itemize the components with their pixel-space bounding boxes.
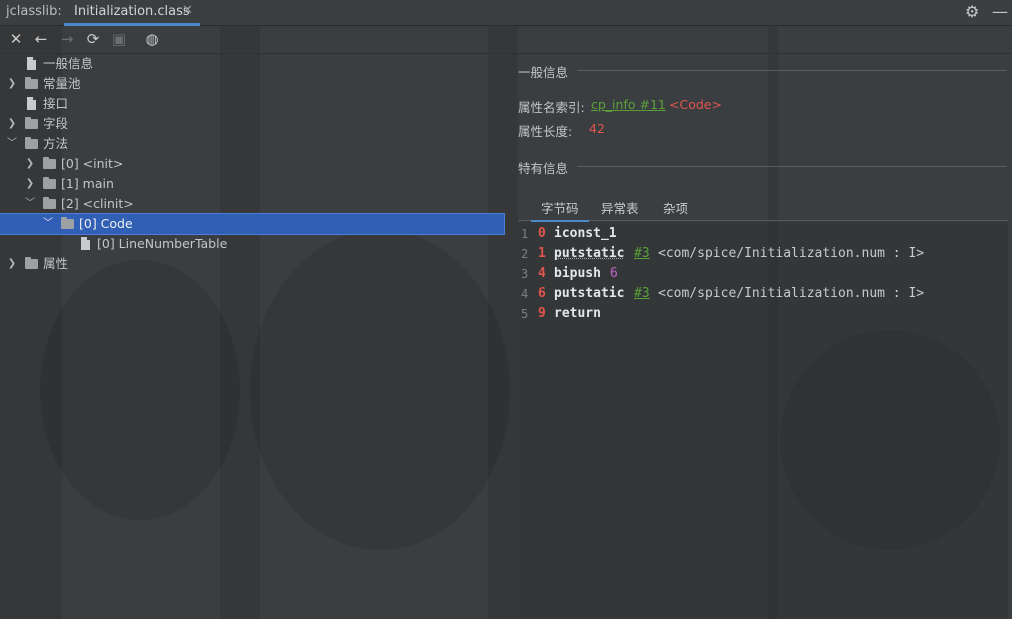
field-ref-comment: <com/spice/Initialization.num : I> xyxy=(658,246,925,261)
tree-item-label: 字段 xyxy=(43,116,69,131)
field-ref-comment: <com/spice/Initialization.num : I> xyxy=(658,286,925,301)
opcode: return xyxy=(554,306,601,321)
line-number: 4 xyxy=(521,287,529,301)
tree-item-label: 方法 xyxy=(43,136,69,151)
chevron-down-icon[interactable]: ﹀ xyxy=(24,194,36,214)
toolbar: ✕ ← → ⟳ ▣ ◍ xyxy=(0,26,1012,54)
close-tab-icon[interactable]: ✕ xyxy=(182,3,193,18)
chevron-right-icon[interactable]: ❯ xyxy=(6,254,18,274)
chevron-right-icon[interactable]: ❯ xyxy=(6,74,18,94)
tree-item-method-clinit[interactable]: ﹀ [2] <clinit> xyxy=(0,194,504,214)
folder-icon xyxy=(25,117,38,129)
opcode: iconst_1 xyxy=(554,226,617,241)
bytecode-offset: 6 xyxy=(538,286,546,301)
bytecode-offset: 1 xyxy=(538,246,546,261)
chevron-right-icon[interactable]: ❯ xyxy=(24,154,36,174)
attr-name-value: <Code> xyxy=(669,97,722,112)
gear-icon[interactable]: ⚙ xyxy=(965,2,979,21)
constant-pool-ref-link[interactable]: #3 xyxy=(634,244,650,264)
file-icon xyxy=(27,57,36,70)
folder-icon xyxy=(25,77,38,89)
file-icon xyxy=(81,237,90,250)
tree-item-line-number-table[interactable]: [0] LineNumberTable xyxy=(0,234,504,254)
immediate-value: 6 xyxy=(610,266,618,281)
bytecode-offset: 9 xyxy=(538,306,546,321)
tree-item-label: [0] Code xyxy=(79,216,133,231)
tree-item-label: 一般信息 xyxy=(43,56,94,71)
folder-icon xyxy=(25,257,38,269)
line-number: 3 xyxy=(521,267,529,281)
refresh-icon[interactable]: ⟳ xyxy=(83,29,103,49)
folder-icon xyxy=(43,157,56,169)
line-number: 5 xyxy=(521,307,529,321)
bytecode-tab-strip: 字节码 异常表 杂项 xyxy=(518,194,1008,222)
tool-window-title: jclasslib: xyxy=(6,4,62,19)
globe-icon[interactable]: ◍ xyxy=(142,29,162,49)
tree-item-label: [2] <clinit> xyxy=(61,196,134,211)
tree-item-general-info[interactable]: 一般信息 xyxy=(0,54,504,74)
section-divider xyxy=(577,166,1007,167)
close-icon[interactable]: ✕ xyxy=(6,29,26,49)
folder-icon xyxy=(43,197,56,209)
tree-item-label: 接口 xyxy=(43,96,69,111)
section-divider xyxy=(577,70,1007,71)
attr-length-label: 属性长度: xyxy=(518,124,573,139)
tree-item-label: 常量池 xyxy=(43,76,81,91)
chevron-down-icon[interactable]: ﹀ xyxy=(42,214,54,234)
opcode: putstatic xyxy=(554,286,625,301)
attr-name-index-label: 属性名索引: xyxy=(518,100,585,115)
folder-icon xyxy=(25,137,38,149)
bytecode-offset: 4 xyxy=(538,266,546,281)
editor-tab-bar: jclasslib: Initialization.class ✕ ⚙ — xyxy=(0,0,1012,26)
tab-misc[interactable]: 杂项 xyxy=(653,198,698,220)
tab-bytecode[interactable]: 字节码 xyxy=(531,198,589,222)
opcode[interactable]: putstatic xyxy=(554,244,624,264)
line-number: 1 xyxy=(521,227,529,241)
tree-item-methods[interactable]: ﹀ 方法 xyxy=(0,134,504,154)
chevron-right-icon[interactable]: ❯ xyxy=(6,114,18,134)
forward-arrow-icon[interactable]: → xyxy=(57,29,77,49)
tree-item-fields[interactable]: ❯ 字段 xyxy=(0,114,504,134)
tree-item-label: 属性 xyxy=(43,256,69,271)
attribute-detail-panel: 一般信息 属性名索引: cp_info #11 <Code> 属性长度: 42 … xyxy=(505,54,1012,619)
tree-item-method-main[interactable]: ❯ [1] main xyxy=(0,174,504,194)
line-number: 2 xyxy=(521,247,529,261)
tree-item-method-init[interactable]: ❯ [0] <init> xyxy=(0,154,504,174)
tree-item-code-selected[interactable]: ﹀ [0] Code xyxy=(0,213,505,235)
file-icon xyxy=(27,97,36,110)
tab-initialization-class[interactable]: Initialization.class ✕ xyxy=(64,0,200,26)
specific-info-heading: 特有信息 xyxy=(518,161,569,176)
tab-exception-table[interactable]: 异常表 xyxy=(591,198,649,220)
tab-label: Initialization.class xyxy=(74,4,190,19)
bytecode-offset: 0 xyxy=(538,226,546,241)
back-arrow-icon[interactable]: ← xyxy=(31,29,51,49)
tree-item-label: [1] main xyxy=(61,176,114,191)
attr-length-value: 42 xyxy=(589,121,605,136)
tree-item-interfaces[interactable]: 接口 xyxy=(0,94,504,114)
chevron-right-icon[interactable]: ❯ xyxy=(24,174,36,194)
save-icon[interactable]: ▣ xyxy=(109,29,129,49)
chevron-down-icon[interactable]: ﹀ xyxy=(6,134,18,154)
tree-item-constant-pool[interactable]: ❯ 常量池 xyxy=(0,74,504,94)
tree-item-label: [0] <init> xyxy=(61,156,124,171)
general-info-heading: 一般信息 xyxy=(518,65,569,80)
minimize-icon[interactable]: — xyxy=(992,2,1008,21)
folder-icon xyxy=(61,217,74,229)
constant-pool-ref-link[interactable]: #3 xyxy=(634,284,650,304)
folder-icon xyxy=(43,177,56,189)
tree-item-label: [0] LineNumberTable xyxy=(97,236,228,251)
bytecode-listing: 1 0 iconst_1 2 1 putstatic #3 <com/spice… xyxy=(518,222,1008,619)
cp-info-link[interactable]: cp_info #11 xyxy=(591,97,666,112)
opcode: bipush xyxy=(554,266,601,281)
class-structure-tree: 一般信息 ❯ 常量池 接口 ❯ 字段 ﹀ 方法 ❯ [0] <init> ❯ [… xyxy=(0,54,505,619)
tree-item-attributes[interactable]: ❯ 属性 xyxy=(0,254,504,274)
